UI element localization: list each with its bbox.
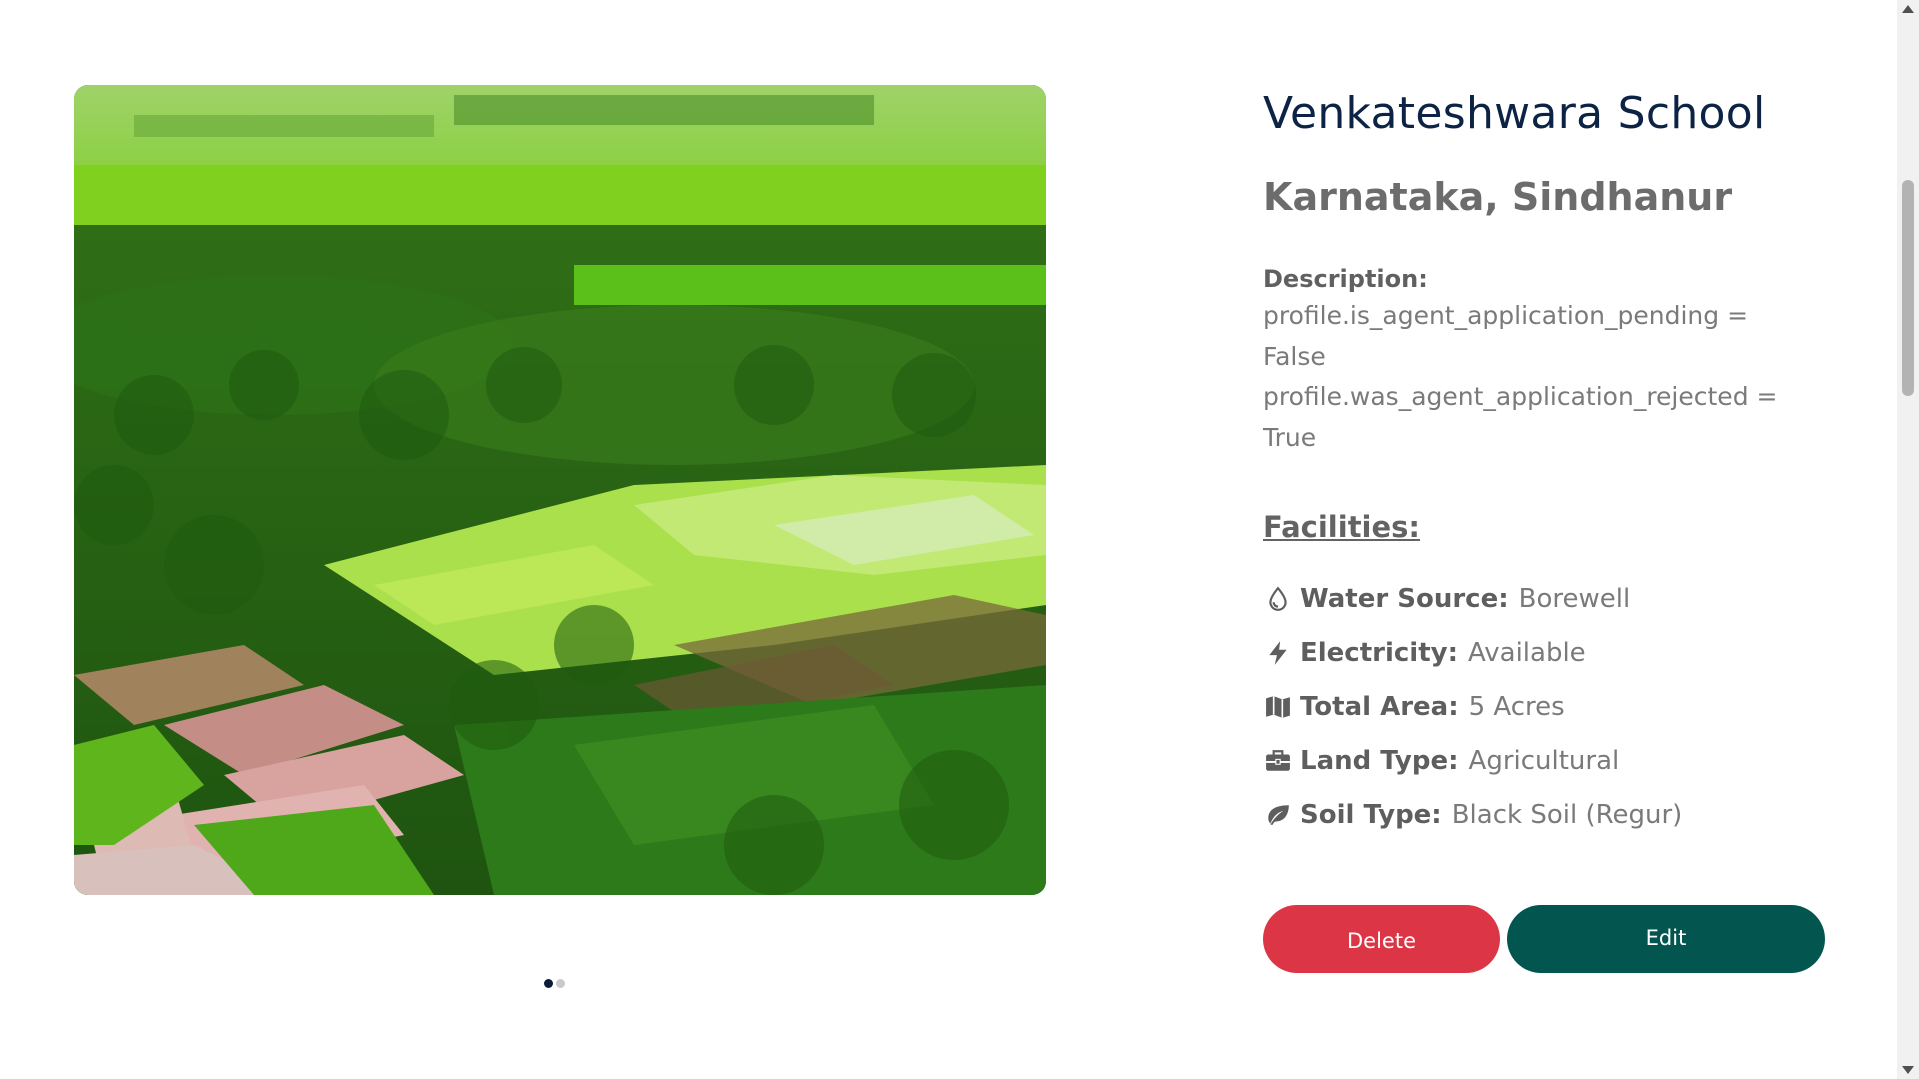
facility-value: Agricultural bbox=[1468, 746, 1620, 776]
facility-label: Total Area: bbox=[1300, 692, 1459, 722]
facility-total-area: Total Area: 5 Acres bbox=[1263, 680, 1823, 734]
facility-value: Black Soil (Regur) bbox=[1451, 800, 1683, 830]
property-details: Venkateshwara School Karnataka, Sindhanu… bbox=[1263, 84, 1823, 842]
carousel-dot-1[interactable] bbox=[544, 979, 553, 988]
carousel-indicators bbox=[544, 979, 565, 988]
description-line: profile.is_agent_application_pending = bbox=[1263, 301, 1749, 330]
briefcase-icon bbox=[1263, 746, 1293, 776]
description-text: profile.is_agent_application_pending = F… bbox=[1263, 296, 1823, 458]
facility-label: Soil Type: bbox=[1300, 800, 1442, 830]
scrollbar-thumb[interactable] bbox=[1902, 180, 1914, 396]
facility-soil-type: Soil Type: Black Soil (Regur) bbox=[1263, 788, 1823, 842]
leaf-icon bbox=[1263, 800, 1293, 830]
scroll-up-arrow-icon[interactable] bbox=[1902, 5, 1914, 13]
facility-water-source: Water Source: Borewell bbox=[1263, 572, 1823, 626]
facility-electricity: Electricity: Available bbox=[1263, 626, 1823, 680]
facility-label: Land Type: bbox=[1300, 746, 1459, 776]
facility-value: Borewell bbox=[1518, 584, 1631, 614]
carousel-dot-2[interactable] bbox=[556, 979, 565, 988]
scroll-down-arrow-icon[interactable] bbox=[1902, 1066, 1914, 1074]
page-title: Venkateshwara School bbox=[1263, 88, 1766, 139]
property-location: Karnataka, Sindhanur bbox=[1263, 175, 1733, 219]
action-buttons: Delete Edit bbox=[1263, 905, 1825, 973]
map-icon bbox=[1263, 692, 1293, 722]
property-image-carousel[interactable] bbox=[74, 85, 1046, 895]
description-line: False bbox=[1263, 341, 1326, 371]
description-line: True bbox=[1263, 422, 1317, 452]
vertical-scrollbar[interactable] bbox=[1897, 0, 1919, 1079]
facilities-heading: Facilities: bbox=[1263, 510, 1421, 544]
facilities-list: Water Source: Borewell Electricity: Avai… bbox=[1263, 572, 1823, 842]
facility-land-type: Land Type: Agricultural bbox=[1263, 734, 1823, 788]
edit-button[interactable]: Edit bbox=[1507, 905, 1825, 973]
facility-value: Available bbox=[1467, 638, 1586, 668]
aerial-farmland-photo bbox=[74, 85, 1046, 895]
facility-value: 5 Acres bbox=[1468, 692, 1565, 722]
facility-label: Electricity: bbox=[1300, 638, 1458, 668]
lightning-bolt-icon bbox=[1263, 638, 1293, 668]
delete-button[interactable]: Delete bbox=[1263, 905, 1500, 973]
description-line: profile.was_agent_application_rejected = bbox=[1263, 382, 1778, 411]
facility-label: Water Source: bbox=[1300, 584, 1509, 614]
description-label: Description: bbox=[1263, 265, 1428, 293]
water-drop-icon bbox=[1263, 584, 1293, 614]
